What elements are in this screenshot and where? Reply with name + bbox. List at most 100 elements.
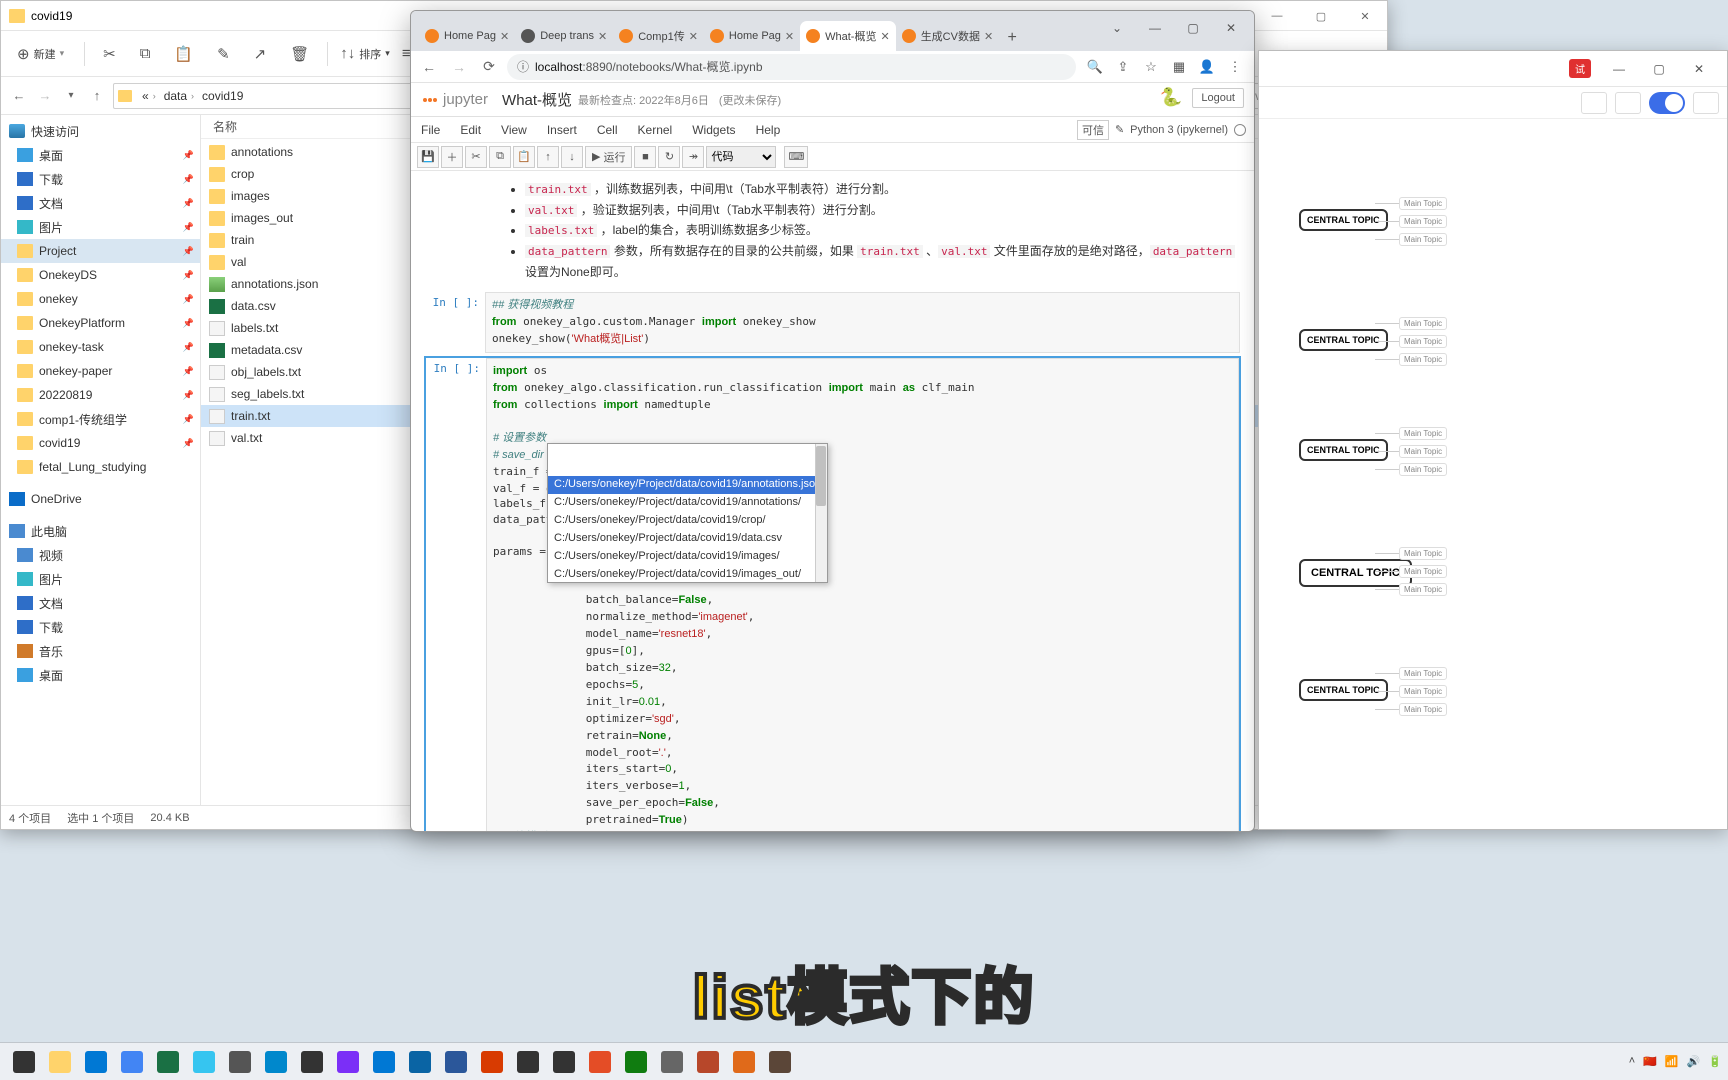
edit-icon[interactable]: ✎ xyxy=(1115,123,1124,136)
mindmap-leaf[interactable]: Main Topic xyxy=(1399,667,1447,680)
close-button[interactable]: ✕ xyxy=(1212,15,1250,41)
tray-icon[interactable]: 🔋 xyxy=(1708,1055,1722,1068)
move-up-button[interactable]: ↑ xyxy=(537,146,559,168)
run-button[interactable]: ▶运行 xyxy=(585,146,632,168)
autocomplete-item[interactable]: C:/Users/onekey/Project/data/covid19/ann… xyxy=(548,476,827,494)
command-palette-button[interactable]: ⌨ xyxy=(784,146,808,168)
new-tab-button[interactable]: + xyxy=(999,25,1025,51)
mindmap-central-node[interactable]: Central Topic xyxy=(1299,209,1388,231)
notebook-title[interactable]: What-概览 xyxy=(502,89,572,110)
browser-tab[interactable]: Comp1传✕ xyxy=(613,21,704,51)
taskbar-app[interactable] xyxy=(223,1046,257,1078)
save-button[interactable]: 💾 xyxy=(417,146,439,168)
mindmap-leaf[interactable]: Main Topic xyxy=(1399,427,1447,440)
close-tab-icon[interactable]: ✕ xyxy=(689,30,698,43)
tree-project[interactable]: Project📌 xyxy=(1,239,200,263)
zoom-icon[interactable]: 🔍 xyxy=(1082,54,1108,80)
delete-button[interactable]: 🗑 xyxy=(284,43,315,65)
share-button[interactable]: ↗ xyxy=(248,43,273,65)
tree-downloads2[interactable]: 下载 xyxy=(1,615,200,639)
code-editor[interactable]: import os from onekey_algo.classificatio… xyxy=(486,358,1239,831)
tree-music[interactable]: 音乐 xyxy=(1,639,200,663)
logout-button[interactable]: Logout xyxy=(1192,88,1244,108)
menu-view[interactable]: View xyxy=(501,123,527,137)
taskbar-app[interactable] xyxy=(187,1046,221,1078)
tree-onekeytask[interactable]: onekey-task📌 xyxy=(1,335,200,359)
mindmap-leaf[interactable]: Main Topic xyxy=(1399,335,1447,348)
menu-file[interactable]: File xyxy=(421,123,440,137)
recent-button[interactable]: ▾ xyxy=(61,90,81,101)
tree-comp1[interactable]: comp1-传统组学📌 xyxy=(1,407,200,431)
tree-thispc[interactable]: 此电脑 xyxy=(1,519,200,543)
browser-tab[interactable]: Home Pag✕ xyxy=(704,21,800,51)
tree-onedrive[interactable]: OneDrive xyxy=(1,487,200,511)
close-tab-icon[interactable]: ✕ xyxy=(984,30,993,43)
taskbar-app[interactable] xyxy=(403,1046,437,1078)
tree-covid19[interactable]: covid19📌 xyxy=(1,431,200,455)
menu-icon[interactable]: ⋮ xyxy=(1222,54,1248,80)
copy-button[interactable]: ⧉ xyxy=(134,43,157,64)
cut-button[interactable]: ✂ xyxy=(97,43,122,65)
menu-kernel[interactable]: Kernel xyxy=(638,123,673,137)
mindmap-leaf[interactable]: Main Topic xyxy=(1399,215,1447,228)
mindmap-titlebar[interactable]: 试 — ▢ ✕ xyxy=(1259,51,1727,87)
move-down-button[interactable]: ↓ xyxy=(561,146,583,168)
tree-desktop2[interactable]: 桌面 xyxy=(1,663,200,687)
autocomplete-item[interactable]: C:/Users/onekey/Project/data/covid19/dat… xyxy=(548,530,827,548)
rename-button[interactable]: ✎ xyxy=(211,43,236,65)
taskbar-app[interactable] xyxy=(763,1046,797,1078)
maximize-button[interactable]: ▢ xyxy=(1299,1,1343,31)
tab-dropdown-button[interactable]: ⌄ xyxy=(1098,15,1136,41)
extensions-icon[interactable]: ▦ xyxy=(1166,54,1192,80)
autocomplete-item[interactable]: C:/Users/onekey/Project/data/covid19/ima… xyxy=(548,566,827,583)
mindmap-central-node[interactable]: Central Topic xyxy=(1299,329,1388,351)
code-editor[interactable]: ## 获得视频教程 from onekey_algo.custom.Manage… xyxy=(485,292,1240,353)
up-button[interactable]: ↑ xyxy=(87,88,107,103)
menu-insert[interactable]: Insert xyxy=(547,123,577,137)
cut-cell-button[interactable]: ✂ xyxy=(465,146,487,168)
taskbar-app[interactable] xyxy=(619,1046,653,1078)
back-button[interactable]: ← xyxy=(417,55,441,79)
mindmap-central-node[interactable]: CENTRAL TOPIC xyxy=(1299,559,1412,587)
browser-tab[interactable]: Deep trans✕ xyxy=(515,21,613,51)
taskbar-app[interactable] xyxy=(151,1046,185,1078)
tree-video[interactable]: 视频 xyxy=(1,543,200,567)
close-tab-icon[interactable]: ✕ xyxy=(500,30,509,43)
trusted-button[interactable]: 可信 xyxy=(1077,120,1109,140)
browser-tab[interactable]: 生成CV数据✕ xyxy=(896,21,1000,51)
code-cell[interactable]: In [ ]: ## 获得视频教程 from onekey_algo.custo… xyxy=(425,292,1240,353)
maximize-button[interactable]: ▢ xyxy=(1174,15,1212,41)
tool-button[interactable] xyxy=(1615,92,1641,114)
forward-button[interactable]: → xyxy=(447,55,471,79)
taskbar-app[interactable] xyxy=(7,1046,41,1078)
close-button[interactable]: ✕ xyxy=(1679,55,1719,83)
taskbar-app[interactable] xyxy=(295,1046,329,1078)
system-tray[interactable]: ˄ 🇨🇳 📶 🔊 🔋 xyxy=(1629,1042,1722,1080)
menu-widgets[interactable]: Widgets xyxy=(692,123,735,137)
taskbar-app[interactable] xyxy=(115,1046,149,1078)
taskbar-app[interactable] xyxy=(691,1046,725,1078)
tree-quick-access[interactable]: 快速访问 xyxy=(1,119,200,143)
tree-pictures2[interactable]: 图片 xyxy=(1,567,200,591)
notebook-body[interactable]: train.txt ，训练数据列表，中间用\t（Tab水平制表符）进行分割。 v… xyxy=(411,171,1254,831)
new-button[interactable]: ⊕新建▾ xyxy=(9,41,72,67)
mindmap-central-node[interactable]: Central Topic xyxy=(1299,679,1388,701)
autocomplete-popup[interactable]: C:/Users/onekey/Project/data/covid19/ann… xyxy=(547,443,828,583)
bookmark-icon[interactable]: ☆ xyxy=(1138,54,1164,80)
profile-icon[interactable]: 👤 xyxy=(1194,54,1220,80)
taskbar-app[interactable] xyxy=(727,1046,761,1078)
nav-tree[interactable]: 快速访问 桌面📌 下载📌 文档📌 图片📌 Project📌 OnekeyDS📌 … xyxy=(1,115,201,805)
mindmap-leaf[interactable]: Main Topic xyxy=(1399,703,1447,716)
autocomplete-item[interactable]: C:/Users/onekey/Project/data/covid19/cro… xyxy=(548,512,827,530)
taskbar-app[interactable] xyxy=(511,1046,545,1078)
mindmap-leaf[interactable]: Main Topic xyxy=(1399,463,1447,476)
close-tab-icon[interactable]: ✕ xyxy=(598,30,607,43)
minimize-button[interactable]: — xyxy=(1599,55,1639,83)
copy-cell-button[interactable]: ⧉ xyxy=(489,146,511,168)
breadcrumb[interactable]: covid19 xyxy=(198,89,247,103)
mindmap-leaf[interactable]: Main Topic xyxy=(1399,317,1447,330)
autocomplete-item[interactable]: C:/Users/onekey/Project/data/covid19/ima… xyxy=(548,548,827,566)
tree-date[interactable]: 20220819📌 xyxy=(1,383,200,407)
code-cell-selected[interactable]: In [ ]: import os from onekey_algo.class… xyxy=(425,357,1240,831)
tree-fetal[interactable]: fetal_Lung_studying xyxy=(1,455,200,479)
